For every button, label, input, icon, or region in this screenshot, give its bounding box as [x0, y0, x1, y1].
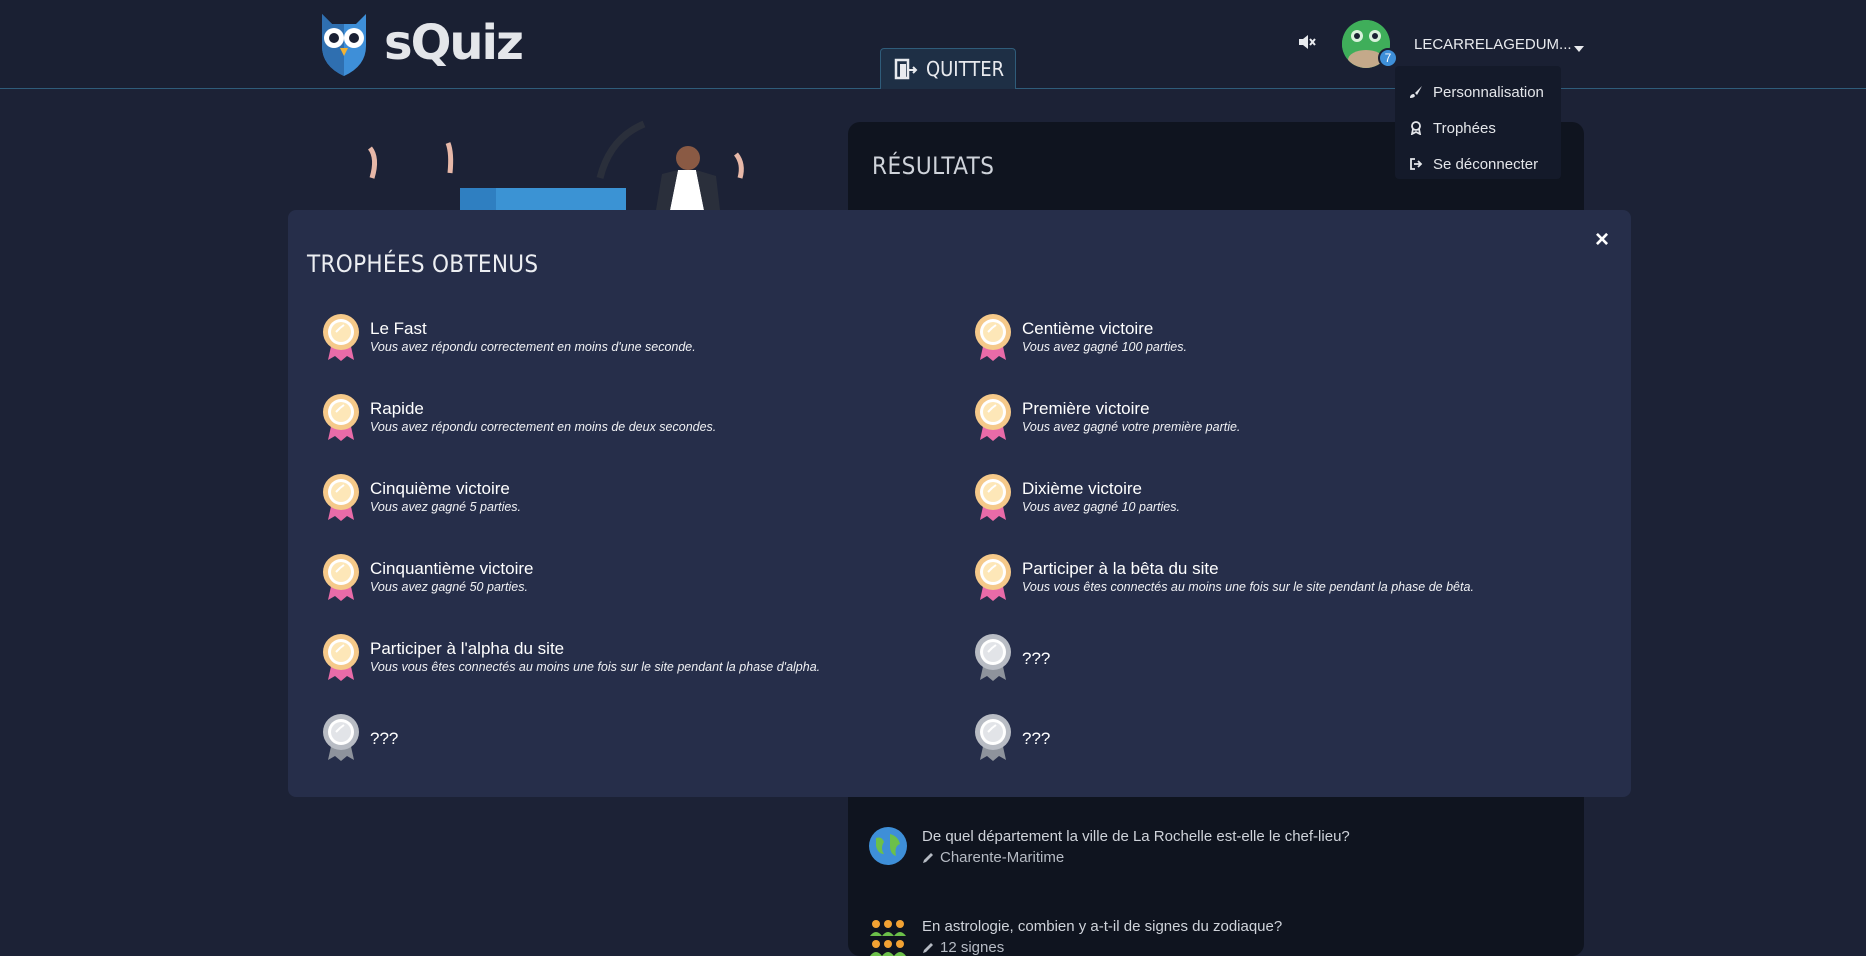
trophy-title: Le Fast: [370, 319, 427, 338]
trophy-text: ???: [1022, 632, 1050, 669]
trophy-description: Vous vous êtes connectés au moins une fo…: [1022, 580, 1474, 594]
trophy-title: Centième victoire: [1022, 319, 1154, 338]
trophy-title: ???: [1022, 649, 1051, 668]
trophy-item: ???: [320, 712, 940, 762]
trophy-title: Participer à la bêta du site: [1022, 559, 1219, 578]
gold-medal-icon: [323, 474, 359, 521]
menu-item-trophees[interactable]: Trophées: [1395, 110, 1561, 146]
trophy-item: Rapide Vous avez répondu correctement en …: [320, 392, 940, 442]
trophy-item: ???: [972, 632, 1592, 682]
trophy-text: Première victoire Vous avez gagné votre p…: [1022, 392, 1240, 436]
level-badge: 7: [1378, 48, 1398, 68]
question-text: En astrologie, combien y a-t-il de signe…: [922, 918, 1283, 935]
menu-item-label: Trophées: [1433, 119, 1496, 137]
gold-medal-icon: [975, 314, 1011, 361]
gold-medal-icon: [975, 394, 1011, 441]
site-logo[interactable]: sQuiz: [318, 10, 524, 76]
quit-button[interactable]: QUITTER: [880, 48, 1016, 89]
trophy-description: Vous avez gagné 50 parties.: [370, 580, 528, 594]
answer-row: 12 signes: [922, 937, 1282, 956]
trophy-text: Dixième victoire Vous avez gagné 10 parti…: [1022, 472, 1180, 516]
globe-icon: [869, 827, 907, 865]
logout-icon: [1410, 158, 1423, 170]
trophy-title: ???: [1022, 729, 1051, 748]
trophy-item: Dixième victoire Vous avez gagné 10 parti…: [972, 472, 1592, 522]
gold-medal-icon: [323, 554, 359, 601]
username[interactable]: LECARRELAGEDUM...: [1414, 36, 1572, 53]
trophy-title: Cinquantième victoire: [370, 559, 534, 578]
trophy-item: Participer à l'alpha du site Vous vous êt…: [320, 632, 940, 682]
trophy-title: Cinquième victoire: [370, 479, 510, 498]
trophy-title: Dixième victoire: [1022, 479, 1142, 498]
award-icon: [1410, 121, 1422, 135]
trophy-item: Le Fast Vous avez répondu correctement en…: [320, 312, 940, 362]
results-title: RÉSULTATS: [872, 152, 995, 180]
trophy-text: Le Fast Vous avez répondu correctement en…: [370, 312, 696, 356]
trophy-text: Cinquième victoire Vous avez gagné 5 part…: [370, 472, 521, 516]
trophy-text: Participer à l'alpha du site Vous vous êt…: [370, 632, 820, 676]
trophy-item: Cinquantième victoire Vous avez gagné 50 …: [320, 552, 940, 602]
gold-medal-icon: [323, 394, 359, 441]
trophy-text: ???: [1022, 712, 1050, 749]
answer-row: Charente-Maritime: [922, 847, 1350, 868]
locked-medal-icon: [975, 634, 1011, 681]
trophy-text: Cinquantième victoire Vous avez gagné 50 …: [370, 552, 533, 596]
answer-text: 12 signes: [940, 939, 1005, 956]
close-button[interactable]: ×: [1588, 226, 1616, 254]
gold-medal-icon: [975, 474, 1011, 521]
exit-door-icon: [894, 58, 918, 80]
trophy-description: Vous avez gagné 100 parties.: [1022, 340, 1187, 354]
gold-medal-icon: [323, 314, 359, 361]
trophy-description: Vous vous êtes connectés au moins une fo…: [370, 660, 821, 674]
caret-down-icon: [1574, 46, 1584, 52]
volume-mute-icon: [1299, 35, 1316, 49]
question-text: De quel département la ville de La Roche…: [922, 828, 1350, 845]
trophy-item: Participer à la bêta du site Vous vous êt…: [972, 552, 1592, 602]
locked-medal-icon: [975, 714, 1011, 761]
menu-item-label: Se déconnecter: [1433, 155, 1539, 173]
gold-medal-icon: [975, 554, 1011, 601]
menu-item-label: Personnalisation: [1433, 83, 1544, 101]
trophy-text: Centième victoire Vous avez gagné 100 par…: [1022, 312, 1187, 356]
people-icon: [870, 920, 906, 956]
gold-medal-icon: [323, 634, 359, 681]
modal-title: TROPHÉES OBTENUS: [307, 250, 539, 278]
user-dropdown-menu: Personnalisation Trophées Se déconnecter: [1395, 66, 1561, 179]
trophy-title: ???: [370, 729, 399, 748]
trophy-description: Vous avez répondu correctement en moins …: [370, 340, 696, 354]
trophy-description: Vous avez gagné 5 parties.: [370, 500, 522, 514]
trophy-text: Rapide Vous avez répondu correctement en …: [370, 392, 716, 436]
trophies-modal: × TROPHÉES OBTENUS Le Fast Vous avez répo…: [288, 210, 1631, 797]
trophy-item: Cinquième victoire Vous avez gagné 5 part…: [320, 472, 940, 522]
list-item: En astrologie, combien y a-t-il de signe…: [868, 916, 1282, 956]
top-bar: sQuiz QUITTER 7 LECARRELAGEDUM...: [0, 0, 1866, 89]
mute-toggle[interactable]: [1297, 33, 1317, 56]
trophy-title: Participer à l'alpha du site: [370, 639, 565, 658]
pencil-icon: [923, 942, 933, 953]
trophy-item: ???: [972, 712, 1592, 762]
trophy-title: Rapide: [370, 399, 424, 418]
trophy-item: Première victoire Vous avez gagné votre p…: [972, 392, 1592, 442]
trophy-item: Centième victoire Vous avez gagné 100 par…: [972, 312, 1592, 362]
trophy-text: Participer à la bêta du site Vous vous êt…: [1022, 552, 1474, 596]
user-menu-toggle[interactable]: [1573, 40, 1585, 58]
trophy-description: Vous avez gagné 10 parties.: [1022, 500, 1180, 514]
brush-icon: [1410, 86, 1422, 98]
menu-item-logout[interactable]: Se déconnecter: [1395, 146, 1561, 182]
locked-medal-icon: [323, 714, 359, 761]
trophy-text: ???: [370, 712, 398, 749]
trophy-title: Première victoire: [1022, 399, 1150, 418]
menu-item-personnalisation[interactable]: Personnalisation: [1395, 74, 1561, 110]
trophy-description: Vous avez gagné votre première partie.: [1022, 420, 1241, 434]
podium-illustration: [360, 118, 760, 215]
quit-label: QUITTER: [925, 57, 1005, 81]
trophy-description: Vous avez répondu correctement en moins …: [370, 420, 717, 434]
answer-text: Charente-Maritime: [940, 849, 1065, 866]
logo-text: sQuiz: [384, 15, 524, 71]
list-item: De quel département la ville de La Roche…: [868, 826, 1350, 868]
pencil-icon: [923, 852, 933, 863]
owl-logo-icon: [322, 14, 366, 76]
